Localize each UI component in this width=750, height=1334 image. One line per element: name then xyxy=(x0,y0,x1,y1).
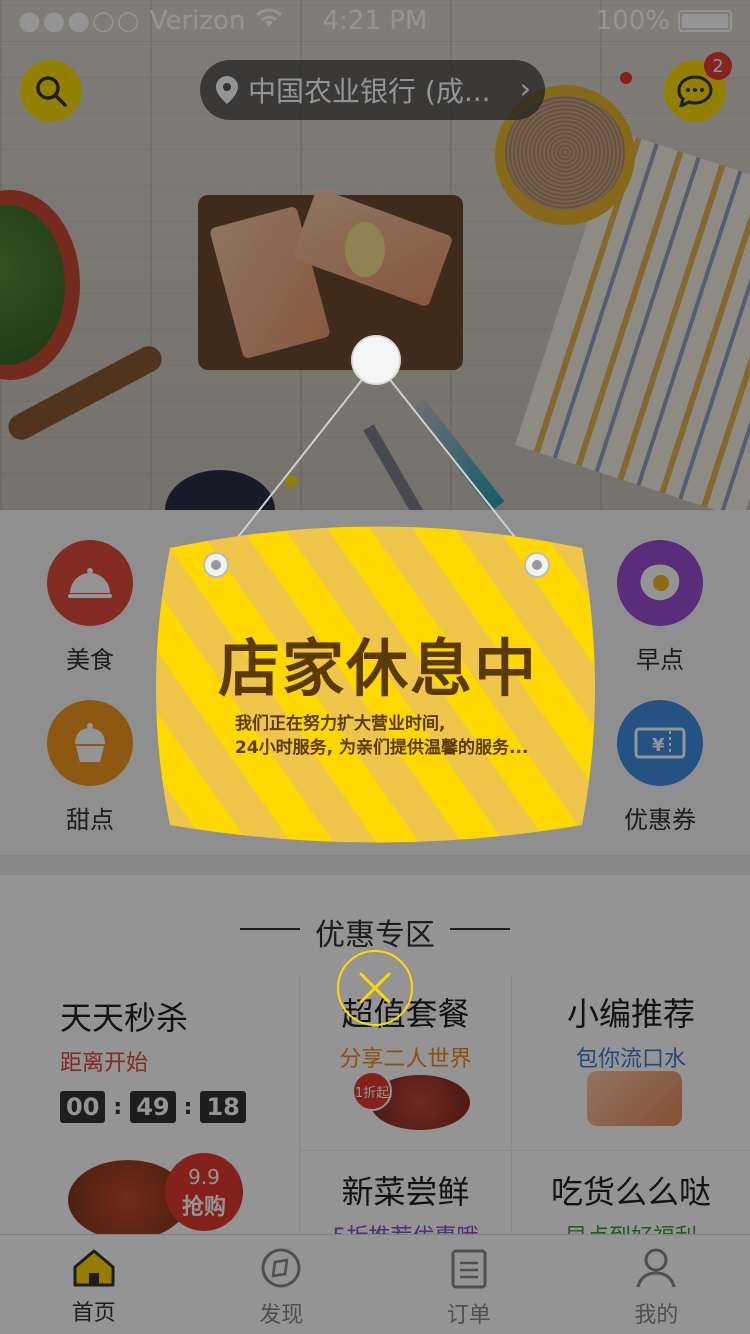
shop-closed-modal: 店家休息中 我们正在努力扩大营业时间, 24小时服务, 为亲们提供温馨的服务..… xyxy=(0,0,750,1334)
close-button[interactable] xyxy=(337,950,413,1026)
modal-description: 我们正在努力扩大营业时间, 24小时服务, 为亲们提供温馨的服务... xyxy=(235,712,575,760)
modal-title: 店家休息中 xyxy=(217,632,538,705)
modal-desc-line: 24小时服务, 为亲们提供温馨的服务... xyxy=(235,738,529,758)
modal-desc-line: 我们正在努力扩大营业时间, xyxy=(235,714,446,734)
close-icon xyxy=(359,972,391,1004)
